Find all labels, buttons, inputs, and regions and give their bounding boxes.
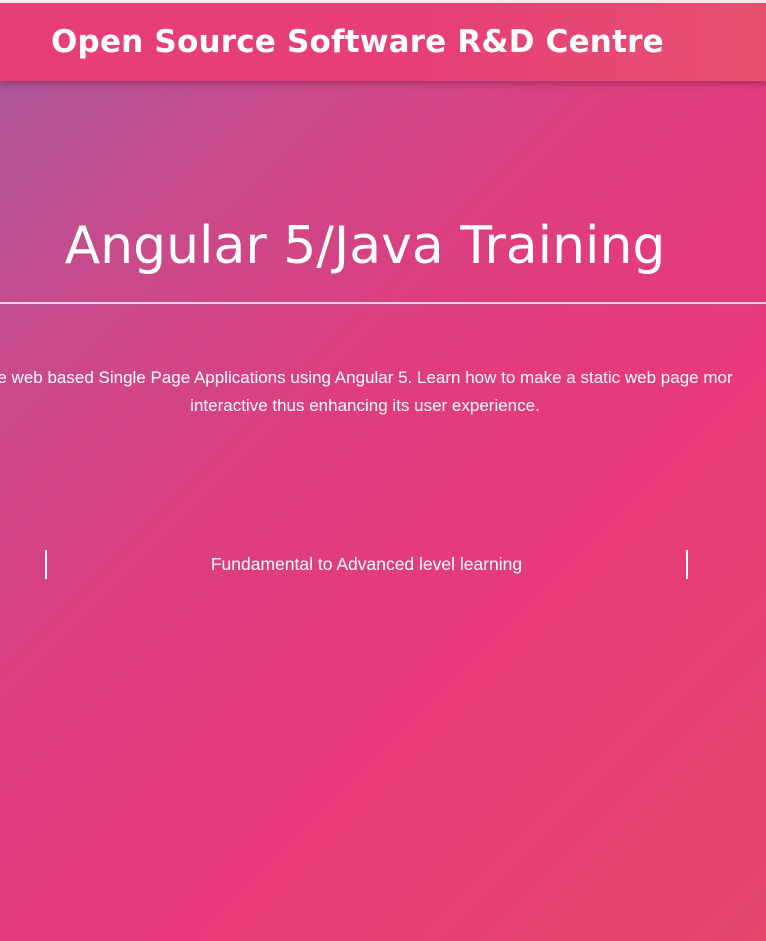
- divider: [0, 302, 766, 305]
- tagline-left-bar: [45, 550, 47, 579]
- course-title: Angular 5/Java Training: [64, 216, 666, 276]
- description-line-1: e web based Single Page Applications usi…: [0, 368, 733, 387]
- tagline: Fundamental to Advanced level learning: [210, 554, 523, 574]
- tagline-block: Fundamental to Advanced level learning: [45, 550, 688, 579]
- tagline-right-bar: [686, 550, 688, 579]
- course-description: e web based Single Page Applications usi…: [0, 364, 766, 420]
- site-header: Open Source Software R&D Centre: [0, 3, 766, 81]
- description-line-2: interactive thus enhancing its user expe…: [190, 396, 540, 415]
- site-title[interactable]: Open Source Software R&D Centre: [51, 24, 664, 60]
